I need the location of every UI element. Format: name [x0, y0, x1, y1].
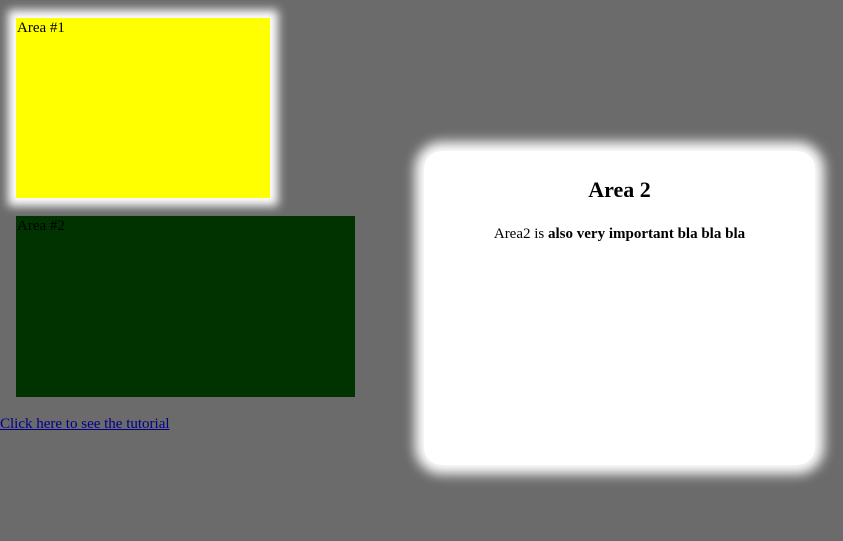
area-2-popup: Area 2 Area2 is also very important bla … — [424, 151, 815, 465]
tutorial-link[interactable]: Click here to see the tutorial — [0, 415, 170, 433]
area-1-box[interactable]: Area #1 — [16, 18, 270, 198]
area-2-box[interactable]: Area #2 — [16, 216, 355, 397]
popup-description: Area2 is also very important bla bla bla — [424, 225, 815, 243]
popup-text-bold: also very important bla bla bla — [548, 226, 746, 242]
popup-text-plain: Area2 is — [493, 226, 549, 242]
area-2-label: Area #2 — [17, 218, 65, 234]
popup-title: Area 2 — [588, 177, 651, 202]
area-1-label: Area #1 — [17, 20, 65, 36]
